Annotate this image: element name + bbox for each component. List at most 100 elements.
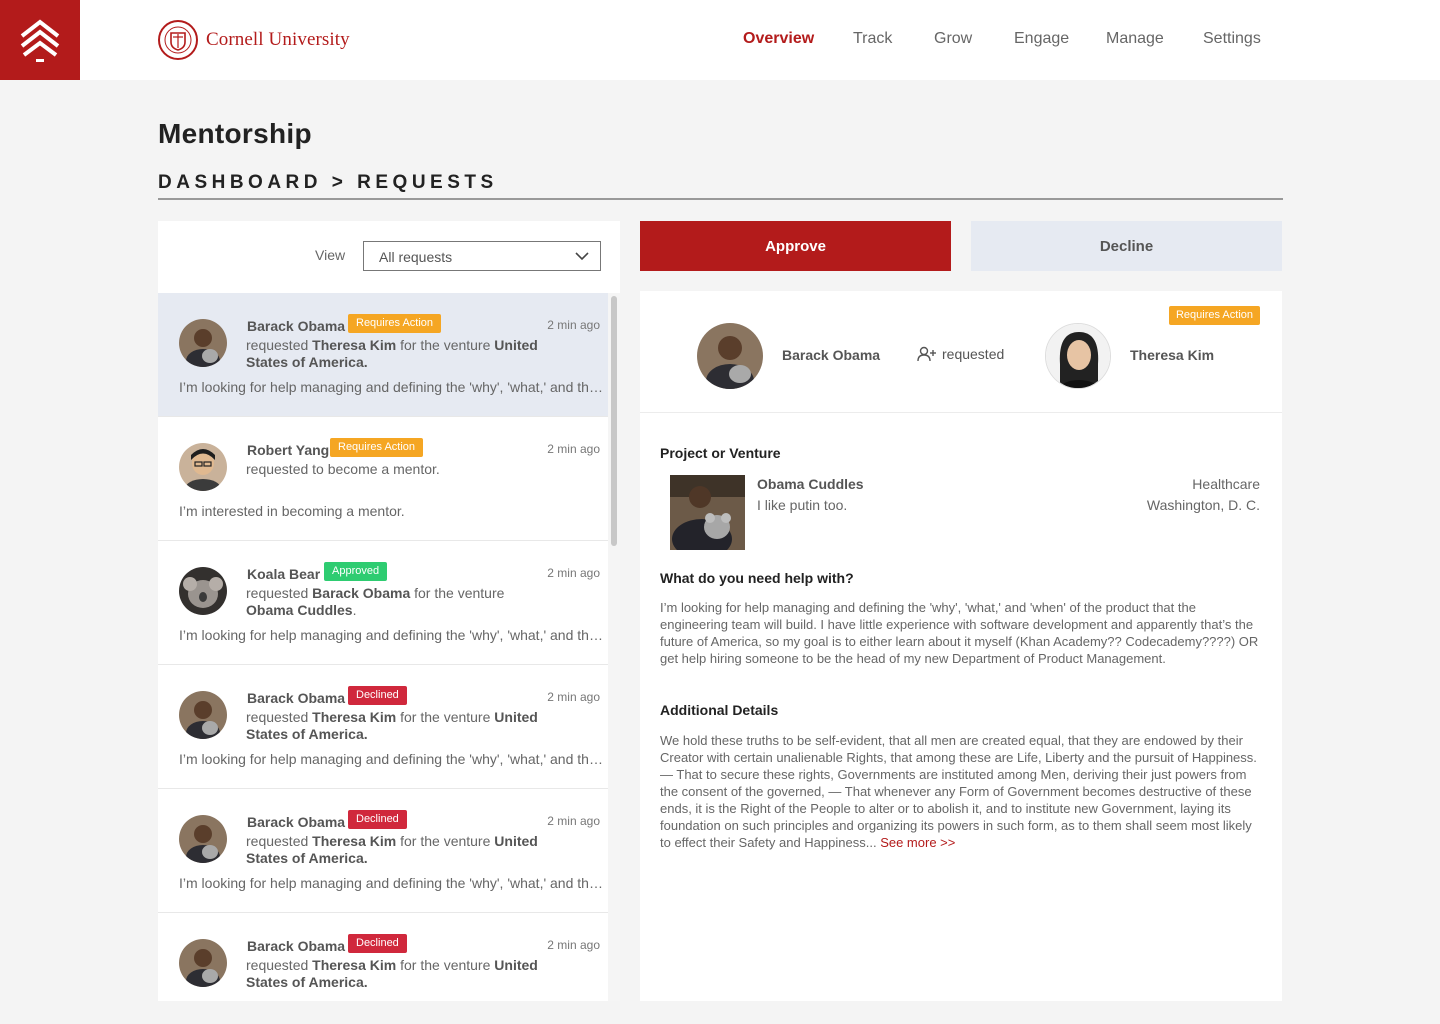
see-more-link[interactable]: See more >> [880, 835, 955, 850]
chevron-down-icon [575, 252, 589, 261]
details-section-title: Additional Details [660, 702, 779, 718]
status-badge: Requires Action [330, 438, 424, 457]
venture-name: States of America. [246, 850, 368, 866]
timestamp: 2 min ago [547, 938, 600, 952]
avatar [179, 691, 227, 739]
venture-description: I like putin too. [757, 497, 848, 513]
request-text: requested [246, 337, 313, 353]
request-text: for the venture [396, 337, 495, 353]
timestamp: 2 min ago [547, 566, 600, 580]
additional-details: We hold these truths to be self-evident,… [660, 732, 1265, 851]
requester-name: Barack Obama [247, 318, 346, 334]
request-text: requested [246, 585, 313, 601]
view-select[interactable]: All requests [363, 241, 601, 271]
nav-track[interactable]: Track [853, 30, 892, 48]
nav-engage[interactable]: Engage [1014, 30, 1069, 48]
avatar [179, 815, 227, 863]
venture-name: Obama Cuddles [246, 602, 353, 618]
request-text: requested [246, 957, 313, 973]
request-item[interactable]: Robert Yang Requires Action 2 min ago re… [158, 417, 608, 541]
request-item[interactable]: Barack Obama Declined 2 min ago requeste… [158, 789, 608, 913]
avatar [179, 443, 227, 491]
page-title: Mentorship [158, 118, 312, 149]
mentor-name: Theresa Kim [312, 337, 397, 353]
details-text: We hold these truths to be self-evident,… [660, 733, 1257, 850]
nav-settings[interactable]: Settings [1203, 30, 1261, 48]
request-summary-cont: States of America. [246, 974, 368, 991]
decline-button[interactable]: Decline [971, 221, 1282, 271]
status-badge: Requires Action [1168, 306, 1260, 325]
nav-overview[interactable]: Overview [743, 30, 814, 48]
request-summary-cont: States of America. [246, 726, 368, 743]
request-relation: requested [917, 346, 1004, 362]
venture-name: States of America. [246, 974, 368, 990]
venture-name: United [494, 709, 538, 725]
timestamp: 2 min ago [547, 442, 600, 456]
project-section-title: Project or Venture [660, 445, 781, 461]
breadcrumb-divider [158, 198, 1283, 200]
request-detail: Requires Action Barack Obama requested T… [640, 291, 1282, 1001]
mentor-name: Barack Obama [312, 585, 411, 601]
request-summary-cont: Obama Cuddles. [246, 602, 356, 619]
period: . [352, 602, 357, 618]
timestamp: 2 min ago [547, 814, 600, 828]
detail-header: Requires Action Barack Obama requested T… [640, 291, 1282, 413]
request-summary-cont: States of America. [246, 850, 368, 867]
venture-name: United [494, 957, 538, 973]
request-summary: requested Theresa Kim for the venture Un… [246, 709, 538, 726]
venture-name: States of America. [246, 726, 368, 742]
request-message: I’m interested in becoming a mentor. [179, 503, 405, 519]
requester-name: Robert Yang [247, 442, 330, 458]
status-badge: Declined [348, 810, 407, 829]
request-label: requested [942, 346, 1005, 362]
request-list: Barack Obama Requires Action 2 min ago r… [158, 293, 620, 1001]
status-badge: Approved [324, 562, 388, 581]
requester-avatar [697, 323, 763, 389]
timestamp: 2 min ago [547, 318, 600, 332]
status-badge: Declined [348, 934, 407, 953]
request-filter-bar: View All requests [158, 221, 620, 293]
nav-manage[interactable]: Manage [1106, 30, 1164, 48]
request-item[interactable]: Barack Obama Declined 2 min ago requeste… [158, 665, 608, 789]
breadcrumb: DASHBOARD > REQUESTS [158, 172, 498, 193]
requester-name: Barack Obama [782, 347, 881, 363]
request-text: for the venture [410, 585, 505, 601]
request-summary: requested Theresa Kim for the venture Un… [246, 833, 538, 850]
request-summary: requested to become a mentor. [246, 461, 440, 477]
request-summary: requested Barack Obama for the venture [246, 585, 504, 602]
request-item[interactable]: Koala Bear Approved 2 min ago requested … [158, 541, 608, 665]
status-badge: Requires Action [348, 314, 442, 333]
venture-name: United [494, 833, 538, 849]
list-scrollbar[interactable] [608, 293, 620, 1001]
requester-name: Barack Obama [247, 814, 346, 830]
top-bar: Cornell University Overview Track Grow E… [0, 0, 1440, 80]
timestamp: 2 min ago [547, 690, 600, 704]
mentor-name: Theresa Kim [312, 957, 397, 973]
request-summary: requested Theresa Kim for the venture Un… [246, 337, 538, 354]
avatar [179, 939, 227, 987]
venture-name[interactable]: Obama Cuddles [757, 476, 864, 492]
avatar [179, 567, 227, 615]
request-text: for the venture [396, 957, 495, 973]
request-message: I’m looking for help managing and defini… [179, 627, 604, 643]
request-text: requested [246, 709, 313, 725]
request-text: for the venture [396, 709, 495, 725]
mentor-name: Theresa Kim [312, 709, 397, 725]
avatar [179, 319, 227, 367]
mentor-name: Theresa Kim [312, 833, 397, 849]
requester-name: Koala Bear [247, 566, 321, 582]
request-item[interactable]: Barack Obama Declined 2 min ago requeste… [158, 913, 608, 1001]
request-item[interactable]: Barack Obama Requires Action 2 min ago r… [158, 293, 608, 417]
help-section-title: What do you need help with? [660, 570, 854, 586]
request-message: I’m looking for help managing and defini… [179, 751, 604, 767]
view-select-value: All requests [379, 249, 453, 265]
scroll-thumb[interactable] [611, 296, 617, 546]
request-message: I’m looking for help managing and defini… [179, 379, 604, 395]
nav-grow[interactable]: Grow [934, 30, 972, 48]
status-badge: Declined [348, 686, 407, 705]
help-text: I’m looking for help managing and defini… [660, 600, 1259, 666]
request-text: for the venture [396, 833, 495, 849]
approve-button[interactable]: Approve [640, 221, 951, 271]
requester-name: Barack Obama [247, 690, 346, 706]
request-text: requested [246, 833, 313, 849]
